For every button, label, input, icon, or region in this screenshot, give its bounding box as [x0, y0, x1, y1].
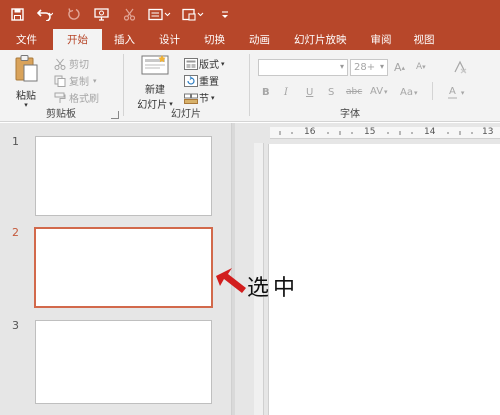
tab-transitions[interactable]: 切换: [192, 29, 237, 50]
paste-icon: [13, 54, 39, 87]
font-subgroup-divider: [432, 82, 433, 100]
undo-icon[interactable]: [34, 4, 56, 26]
shrink-font-button[interactable]: A ▾: [416, 62, 426, 72]
font-name-combobox[interactable]: ▾: [258, 59, 348, 76]
slide-number: 3: [12, 319, 19, 332]
quick-access-toolbar: [0, 0, 500, 29]
chevron-down-icon: ▾: [460, 88, 465, 97]
font-size-value: 28+: [354, 62, 376, 73]
slide-thumbnail-1[interactable]: [35, 136, 212, 216]
red-arrow-icon: [216, 268, 246, 293]
font-group: ▾ 28+ ▾ A ▴ A ▾ B I U S abc AV ▾ Aa ▾ A …: [250, 50, 500, 122]
tab-animations[interactable]: 动画: [237, 29, 282, 50]
customize-qat-icon[interactable]: [214, 4, 236, 26]
cut-label: 剪切: [69, 60, 89, 71]
tab-slideshow[interactable]: 幻灯片放映: [282, 29, 359, 50]
horizontal-ruler: 16 15 14 13: [270, 127, 500, 139]
character-spacing-button[interactable]: AV ▾: [370, 86, 388, 97]
selected-annotation: 选中: [247, 276, 300, 301]
copy-button[interactable]: 复制 ▾: [54, 73, 97, 88]
chevron-down-icon: ▾: [211, 93, 215, 102]
reset-button[interactable]: 重置: [184, 73, 219, 88]
cut-icon[interactable]: [118, 4, 140, 26]
shrink-indicator-icon: ▾: [422, 63, 426, 71]
clipboard-group-label: 剪贴板: [46, 109, 76, 120]
slide-number-selected: 2: [12, 226, 19, 239]
scissors-icon: [54, 58, 66, 70]
slide-canvas[interactable]: [268, 144, 500, 415]
tab-review[interactable]: 审阅: [359, 29, 404, 50]
new-slide-icon: [140, 54, 170, 81]
slide-thumbnail-2[interactable]: [34, 227, 213, 308]
layout-label: 版式: [199, 60, 219, 71]
new-slide-label-line1: 新建: [145, 85, 165, 96]
section-icon: [184, 92, 198, 104]
slides-group: 新建 幻灯片 ▾ 版式 ▾ 重置 节 ▾ 幻灯片: [124, 50, 248, 122]
copy-icon: [54, 75, 66, 87]
grow-font-label: A: [394, 61, 402, 74]
save-icon[interactable]: [6, 4, 28, 26]
font-size-combobox[interactable]: 28+ ▾: [350, 59, 388, 76]
format-painter-icon: [54, 92, 66, 104]
tab-file[interactable]: 文件: [0, 29, 53, 50]
tab-view[interactable]: 视图: [404, 29, 441, 50]
clipboard-group: 粘贴 ▾ 剪切 复制 ▾ 格式刷 剪贴板: [0, 50, 122, 122]
strikethrough-button[interactable]: S: [328, 87, 334, 98]
underline-button[interactable]: U: [306, 87, 313, 98]
chevron-down-icon: ▾: [379, 62, 384, 71]
copy-label: 复制: [69, 77, 89, 88]
slide-thumbnail-3[interactable]: [35, 320, 212, 404]
format-painter-label: 格式刷: [69, 94, 99, 105]
chevron-down-icon: ▾: [384, 87, 388, 96]
reset-label: 重置: [199, 77, 219, 88]
ribbon: 粘贴 ▾ 剪切 复制 ▾ 格式刷 剪贴板 新建 幻灯片 ▾ 版式 ▾ 重置 节 …: [0, 50, 500, 122]
ruler-mark: 13: [482, 127, 494, 137]
new-slide-button[interactable]: 新建 幻灯片 ▾: [130, 54, 180, 111]
screen-icon[interactable]: [146, 4, 174, 26]
ruler-mark: 16: [304, 127, 316, 137]
character-spacing-label: AV: [370, 86, 384, 97]
section-label: 节: [199, 94, 209, 105]
layout-button[interactable]: 版式 ▾: [184, 56, 225, 71]
grow-indicator-icon: ▴: [401, 63, 406, 72]
slide-number: 1: [12, 135, 19, 148]
clear-formatting-button[interactable]: [452, 60, 468, 77]
grow-font-button[interactable]: A ▴: [394, 61, 405, 74]
bold-button[interactable]: B: [262, 87, 270, 98]
ribbon-tab-bar: 文件 开始 插入 设计 切换 动画 幻灯片放映 审阅 视图: [0, 29, 500, 50]
chevron-down-icon: ▾: [221, 59, 225, 68]
shadow-button[interactable]: abc: [346, 87, 362, 97]
chevron-down-icon: ▾: [413, 88, 418, 97]
tab-design[interactable]: 设计: [147, 29, 192, 50]
font-color-button[interactable]: A ▾: [448, 86, 464, 99]
layout-grid-icon: [184, 57, 198, 70]
format-painter-button[interactable]: 格式刷: [54, 90, 99, 105]
chevron-down-icon: ▾: [339, 62, 344, 71]
chevron-down-icon: ▾: [93, 76, 97, 85]
section-button[interactable]: 节 ▾: [184, 90, 215, 105]
italic-button[interactable]: I: [284, 87, 288, 98]
change-case-label: Aa: [400, 87, 413, 98]
reset-icon: [184, 74, 198, 87]
font-group-label: 字体: [340, 109, 360, 120]
redo-icon[interactable]: [62, 4, 84, 26]
ruler-mark: 14: [424, 127, 436, 137]
dialog-launcher-icon[interactable]: [111, 111, 119, 119]
slides-group-label: 幻灯片: [171, 109, 201, 120]
clear-formatting-icon: [452, 60, 468, 77]
slide-thumbnail-pane: 1 2 3: [0, 123, 232, 415]
cut-button[interactable]: 剪切: [54, 56, 89, 71]
paste-button[interactable]: 粘贴 ▾: [8, 54, 44, 109]
tab-insert[interactable]: 插入: [102, 29, 147, 50]
tab-home[interactable]: 开始: [53, 29, 102, 50]
ruler-mark: 15: [364, 127, 376, 137]
font-color-label: A: [448, 86, 457, 99]
change-case-button[interactable]: Aa ▾: [400, 87, 417, 98]
paste-label: 粘贴: [16, 91, 36, 102]
layout-icon[interactable]: [180, 4, 208, 26]
slideshow-from-start-icon[interactable]: [90, 4, 112, 26]
